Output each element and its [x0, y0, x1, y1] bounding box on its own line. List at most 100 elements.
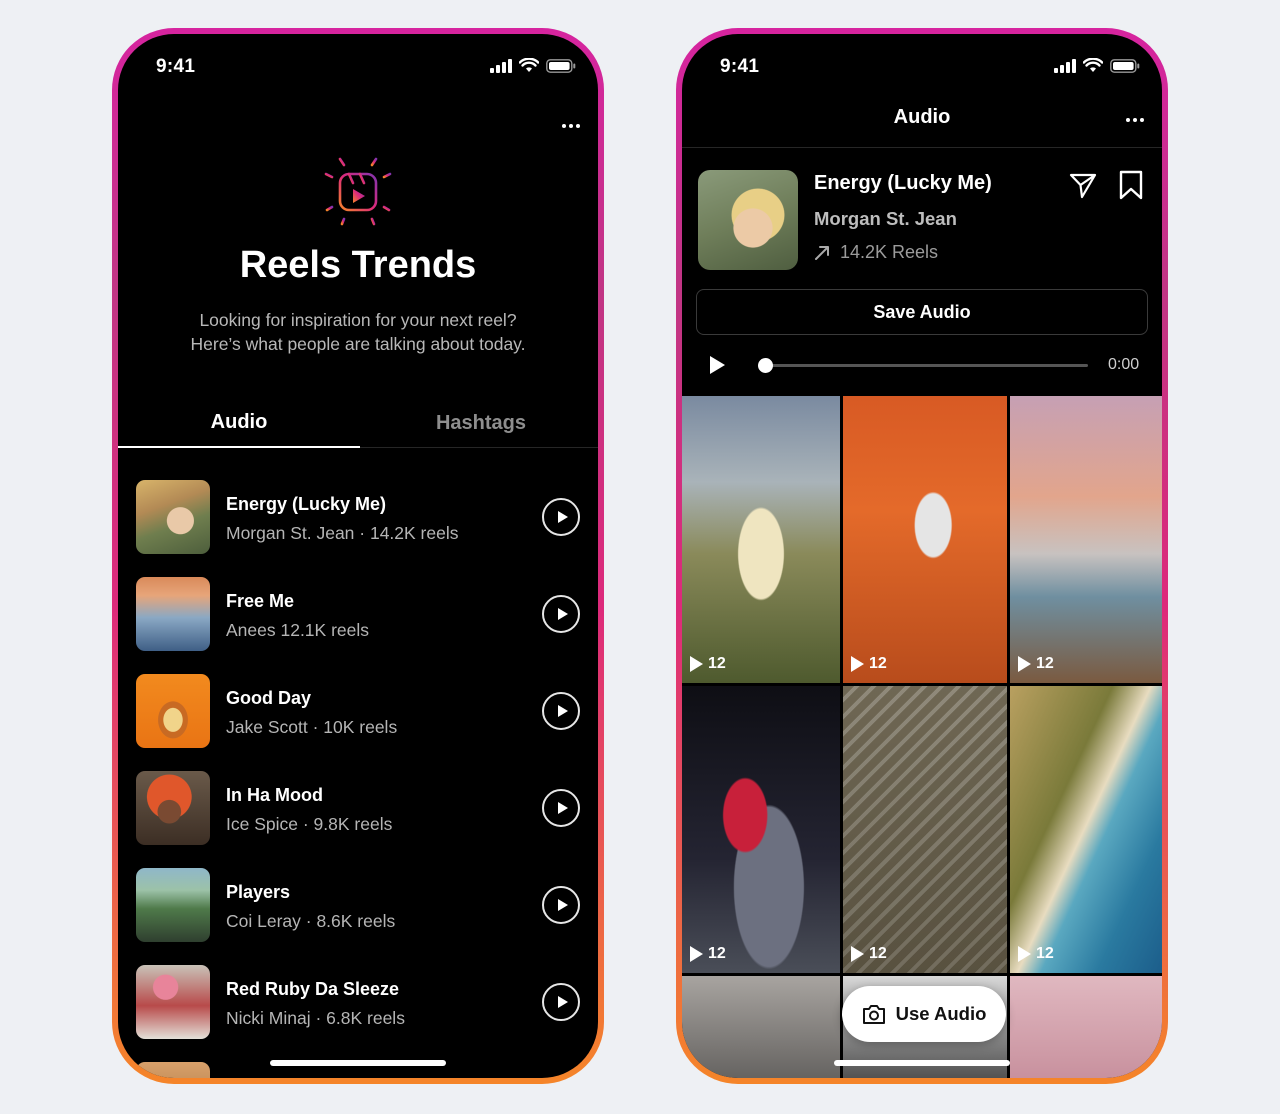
use-audio-label: Use Audio	[895, 1003, 987, 1024]
reel-play-count: 12	[1018, 655, 1054, 673]
track-row[interactable]: Players Coi Leray · 8.6K reels	[118, 868, 598, 965]
tab-hashtags[interactable]: Hashtags	[360, 398, 598, 448]
play-count: 12	[869, 945, 887, 962]
track-meta: Coi Leray · 8.6K reels	[226, 911, 396, 931]
play-icon	[690, 946, 703, 962]
album-art	[698, 170, 798, 270]
track-row[interactable]: Red Ruby Da Sleeze Nicki Minaj · 6.8K re…	[118, 965, 598, 1062]
album-art	[136, 965, 210, 1039]
reel-play-count: 12	[690, 655, 726, 673]
play-icon	[690, 656, 703, 672]
album-art	[136, 674, 210, 748]
track-title: Good Day	[226, 688, 312, 708]
play-button[interactable]	[542, 789, 580, 827]
subtitle-line-1: Looking for inspiration for your next re…	[199, 310, 517, 330]
trending-arrow-icon	[815, 245, 829, 260]
play-icon	[1018, 946, 1031, 962]
share-icon[interactable]	[1068, 170, 1098, 200]
audio-track-list: Energy (Lucky Me) Morgan St. Jean · 14.2…	[118, 480, 598, 1078]
reel-play-count: 12	[851, 655, 887, 673]
track-title: Players	[226, 882, 291, 902]
home-indicator	[270, 1060, 446, 1066]
play-count: 12	[708, 945, 726, 962]
status-bar: 9:41	[118, 34, 598, 94]
page-title: Reels Trends	[239, 244, 477, 286]
audio-title: Energy (Lucky Me)	[814, 172, 992, 194]
album-art	[136, 771, 210, 845]
audio-page-screen: 9:41 Audio Energy (Lucky Me) Morgan St. …	[682, 34, 1162, 1078]
play-button[interactable]	[542, 595, 580, 633]
camera-icon	[862, 1005, 885, 1024]
audio-time: 0:00	[1108, 356, 1140, 373]
wifi-icon	[519, 58, 539, 72]
track-title: Free Me	[226, 591, 295, 611]
reel-thumbnail[interactable]	[682, 976, 840, 1078]
track-meta: Anees 12.1K reels	[226, 620, 370, 640]
status-icons	[1054, 58, 1140, 73]
track-meta: Jake Scott · 10K reels	[226, 717, 398, 737]
more-options-button[interactable]	[562, 124, 580, 128]
play-icon	[557, 705, 568, 717]
reels-trends-screen: 9:41 Reels Trends Looking for inspiratio…	[118, 34, 598, 1078]
page-subtitle: Looking for inspiration for your next re…	[158, 308, 558, 356]
reels-grid: 12 12 12 12 12 12	[682, 396, 1162, 1078]
play-icon[interactable]	[710, 356, 725, 374]
track-row[interactable]: In Ha Mood Ice Spice · 9.8K reels	[118, 771, 598, 868]
audio-page-header: Audio	[682, 102, 1162, 148]
play-button[interactable]	[542, 983, 580, 1021]
play-count: 12	[708, 655, 726, 672]
use-audio-button[interactable]: Use Audio	[842, 986, 1006, 1042]
play-count: 12	[1036, 945, 1054, 962]
reel-count-text: 14.2K Reels	[840, 242, 939, 262]
play-button[interactable]	[542, 498, 580, 536]
track-meta: Nicki Minaj · 6.8K reels	[226, 1008, 405, 1028]
play-button[interactable]	[542, 886, 580, 924]
play-icon	[557, 511, 568, 523]
play-button[interactable]	[542, 692, 580, 730]
play-icon	[851, 656, 864, 672]
status-time: 9:41	[720, 56, 760, 77]
signal-icon	[490, 58, 512, 73]
reel-thumbnail[interactable]: 12	[682, 686, 840, 973]
tab-audio[interactable]: Audio	[118, 398, 360, 448]
play-icon	[557, 802, 568, 814]
play-icon	[557, 899, 568, 911]
play-icon	[557, 608, 568, 620]
reel-thumbnail[interactable]: 12	[682, 396, 840, 683]
track-title: Red Ruby Da Sleeze	[226, 979, 400, 999]
audio-progress-track[interactable]	[766, 364, 1088, 367]
track-meta: Ice Spice · 9.8K reels	[226, 814, 393, 834]
track-row[interactable]: Free Me Anees 12.1K reels	[118, 577, 598, 674]
home-indicator	[834, 1060, 1010, 1066]
reel-play-count: 12	[1018, 945, 1054, 963]
track-row[interactable]: Good Day Jake Scott · 10K reels	[118, 674, 598, 771]
track-meta: Morgan St. Jean · 14.2K reels	[226, 523, 459, 543]
reel-thumbnail[interactable]: 12	[843, 396, 1007, 683]
battery-icon	[546, 58, 576, 73]
subtitle-line-2: Here’s what people are talking about tod…	[190, 334, 526, 354]
audio-reel-count: 14.2K Reels	[814, 242, 938, 263]
reels-trends-logo-icon	[320, 152, 396, 226]
play-icon	[557, 996, 568, 1008]
reel-thumbnail[interactable]: 12	[1010, 686, 1162, 973]
save-audio-button[interactable]: Save Audio	[696, 289, 1148, 335]
reel-thumbnail[interactable]: 12	[1010, 396, 1162, 683]
signal-icon	[1054, 58, 1076, 73]
reel-thumbnail[interactable]: 12	[843, 686, 1007, 973]
reel-thumbnail[interactable]	[1010, 976, 1162, 1078]
status-bar: 9:41	[682, 34, 1162, 94]
play-count: 12	[869, 655, 887, 672]
play-icon	[1018, 656, 1031, 672]
more-options-button[interactable]	[1126, 118, 1144, 122]
album-art	[136, 868, 210, 942]
bookmark-icon[interactable]	[1118, 170, 1144, 200]
album-art	[136, 1062, 210, 1078]
audio-progress-handle[interactable]	[758, 358, 773, 373]
track-row[interactable]: Energy (Lucky Me) Morgan St. Jean · 14.2…	[118, 480, 598, 577]
reel-play-count: 12	[851, 945, 887, 963]
audio-artist[interactable]: Morgan St. Jean	[814, 208, 957, 230]
album-art	[136, 480, 210, 554]
trends-tabs: Audio Hashtags	[118, 398, 598, 448]
status-time: 9:41	[156, 56, 196, 77]
wifi-icon	[1083, 58, 1103, 72]
